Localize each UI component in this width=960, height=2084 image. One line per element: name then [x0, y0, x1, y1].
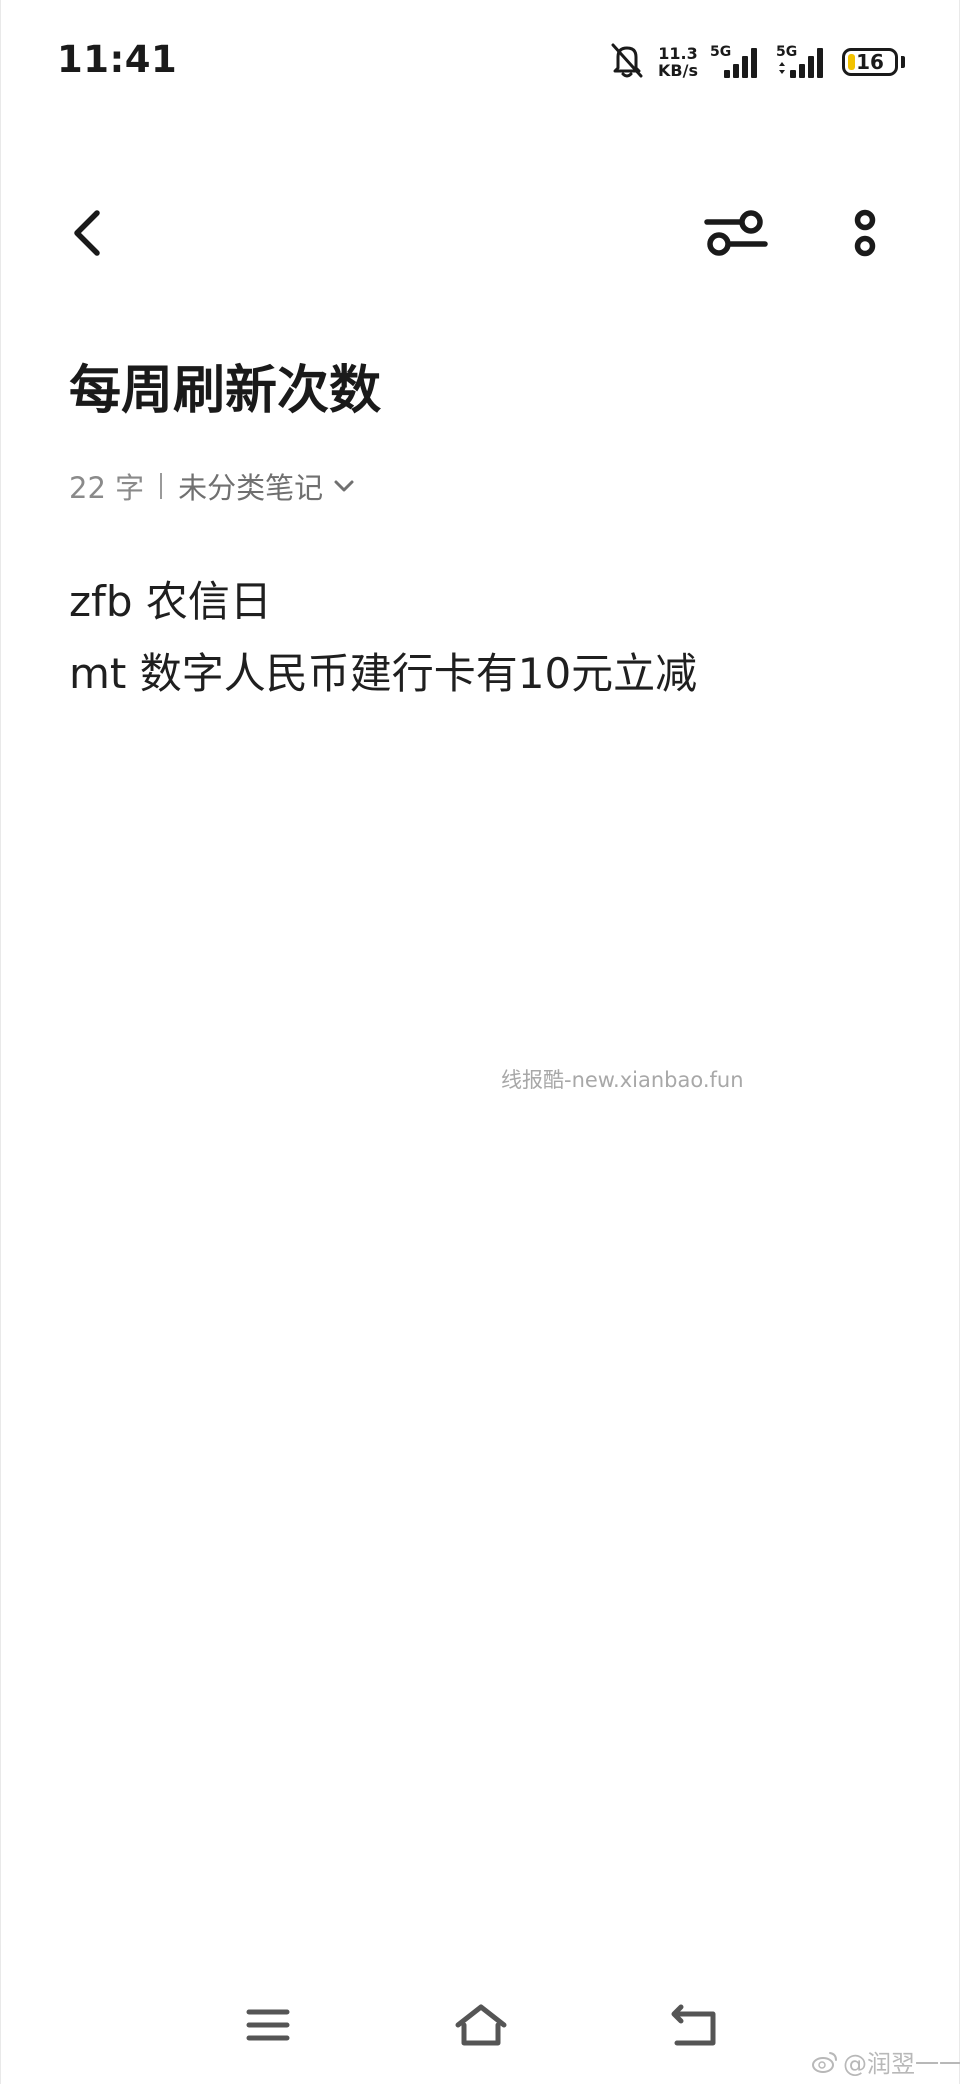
menu-icon: [246, 2009, 290, 2041]
chevron-down-icon: [334, 480, 354, 492]
more-vertical-icon: [854, 209, 876, 257]
status-time: 11:41: [57, 38, 178, 81]
note-toolbar: [1, 190, 960, 276]
battery-tip: [901, 56, 905, 68]
battery-level: 16: [856, 50, 884, 74]
weibo-watermark: @润翌一一: [811, 2044, 960, 2079]
word-count: 22 字: [69, 471, 145, 505]
tune-icon: [704, 210, 768, 256]
battery-icon: 16: [842, 48, 898, 76]
status-icons: 11.3 KB/s 5G 5G 16: [608, 38, 905, 86]
category-selector[interactable]: 未分类笔记: [178, 465, 355, 507]
nav-home-button[interactable]: [446, 1990, 516, 2060]
category-label: 未分类笔记: [178, 471, 324, 505]
notes-screen: 11:41 11.3 KB/s 5G 5G 16 每周刷新次数 22 字 未分类…: [0, 0, 960, 2084]
bell-off-icon: [608, 40, 646, 84]
net-speed: 11.3 KB/s: [658, 45, 698, 79]
status-bar: 11:41 11.3 KB/s 5G 5G 16: [1, 0, 960, 120]
watermark: 线报酷-new.xianbao.fun: [501, 1068, 744, 1092]
battery-fill: [848, 54, 855, 70]
return-icon: [671, 2004, 716, 2046]
note-body[interactable]: zfb 农信日 mt 数字人民币建行卡有10元立减: [69, 566, 909, 710]
note-title[interactable]: 每周刷新次数: [69, 356, 381, 426]
signal-icon: 5G: [776, 42, 830, 82]
back-arrow-icon: [74, 210, 100, 256]
weibo-logo-icon: [812, 2051, 837, 2073]
net-speed-unit: KB/s: [658, 61, 698, 80]
back-button[interactable]: [57, 198, 117, 268]
note-meta: 22 字 未分类笔记: [69, 464, 355, 508]
nav-menu-button[interactable]: [233, 1990, 303, 2060]
more-options-button[interactable]: [835, 198, 895, 268]
meta-divider: [160, 473, 163, 499]
home-icon: [455, 2004, 507, 2046]
signal-icon: 5G: [710, 42, 764, 82]
tune-button[interactable]: [701, 198, 771, 268]
weibo-handle: @润翌一一: [843, 2050, 960, 2078]
note-line: zfb 农信日: [69, 577, 272, 626]
nav-return-button[interactable]: [659, 1990, 729, 2060]
net-speed-value: 11.3: [658, 44, 698, 63]
note-line: mt 数字人民币建行卡有10元立减: [69, 649, 698, 698]
